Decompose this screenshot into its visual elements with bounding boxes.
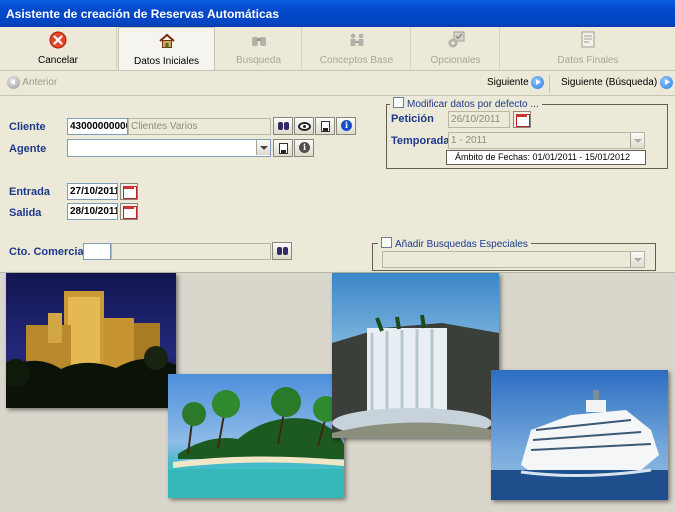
cancel-button-label: Cancelar xyxy=(37,55,79,66)
defaults-group-legend[interactable]: Modificar datos por defecto ... xyxy=(390,97,542,110)
previous-button[interactable]: Anterior xyxy=(7,76,57,92)
arrow-left-icon xyxy=(7,76,20,89)
entrada-calendar-button[interactable] xyxy=(120,183,138,200)
options-icon xyxy=(448,31,464,48)
tab-datos-finales[interactable]: Datos Finales xyxy=(501,27,675,70)
new-cliente-button[interactable] xyxy=(315,117,335,135)
next-button-label: Siguiente xyxy=(487,77,529,89)
agente-label: Agente xyxy=(9,143,47,155)
chevron-down-icon xyxy=(630,252,644,267)
agente-select[interactable] xyxy=(67,139,271,157)
eye-icon xyxy=(298,122,311,131)
salida-calendar-button[interactable] xyxy=(120,203,138,220)
nav-divider xyxy=(549,75,550,93)
cancel-button[interactable]: Cancelar xyxy=(0,27,117,70)
tab-busqueda-label: Busqueda xyxy=(235,55,282,66)
form-icon xyxy=(279,143,288,154)
waterfall-photo xyxy=(332,273,499,438)
navigation-row: Anterior Siguiente Siguiente (Búsqueda) xyxy=(0,72,675,96)
info-agente-button[interactable]: i xyxy=(294,139,314,157)
special-search-select xyxy=(382,251,645,268)
document-icon xyxy=(581,31,595,48)
cto-comercial-label: Cto. Comercial xyxy=(9,246,87,258)
tab-conceptos-base[interactable]: Conceptos Base xyxy=(303,27,411,70)
cto-comercial-code-input[interactable] xyxy=(83,243,111,260)
tab-datos-iniciales[interactable]: Datos Iniciales xyxy=(118,27,215,70)
cto-comercial-name-input xyxy=(111,243,271,260)
people-icon xyxy=(350,33,363,46)
special-search-legend[interactable]: Añadir Busquedas Especiales xyxy=(378,237,531,250)
special-search-checkbox[interactable] xyxy=(381,237,392,248)
next-button[interactable]: Siguiente xyxy=(487,76,545,92)
temporada-label: Temporada xyxy=(391,135,450,147)
house-icon xyxy=(158,33,175,48)
cliente-name-input: Clientes Varios xyxy=(128,118,271,135)
modify-defaults-label: Modificar datos por defecto ... xyxy=(407,99,539,110)
wizard-toolbar: Cancelar Datos Iniciales Busqueda Concep… xyxy=(0,27,675,71)
chevron-down-icon[interactable] xyxy=(256,140,270,155)
form-icon xyxy=(321,121,330,132)
info-icon: i xyxy=(341,120,352,131)
tab-datos-finales-label: Datos Finales xyxy=(557,55,619,66)
cliente-code-input[interactable]: 43000000000 xyxy=(67,118,128,135)
info-icon: i xyxy=(299,142,310,153)
travel-photo-gallery xyxy=(0,272,675,512)
arrow-right-icon xyxy=(531,76,545,89)
modify-defaults-checkbox[interactable] xyxy=(393,97,404,108)
tab-opcionales-label: Opcionales xyxy=(430,55,481,66)
search-cto-comercial-button[interactable] xyxy=(272,242,292,260)
tab-conceptos-base-label: Conceptos Base xyxy=(319,55,394,66)
tab-busqueda[interactable]: Busqueda xyxy=(216,27,302,70)
info-cliente-button[interactable]: i xyxy=(336,117,356,135)
chevron-down-icon xyxy=(630,133,644,148)
view-cliente-button[interactable] xyxy=(294,117,314,135)
cliente-label: Cliente xyxy=(9,121,46,133)
previous-button-label: Anterior xyxy=(22,77,58,89)
peticion-label: Petición xyxy=(391,113,434,125)
entrada-date-input[interactable]: 27/10/2011 xyxy=(67,183,118,200)
temporada-value: 1 - 2011 xyxy=(451,135,487,146)
window-title: Asistente de creación de Reservas Automá… xyxy=(6,7,280,21)
title-bar: Asistente de creación de Reservas Automá… xyxy=(0,0,675,27)
cruise-ship-photo xyxy=(491,370,668,500)
binoculars-icon xyxy=(278,122,289,130)
salida-label: Salida xyxy=(9,207,42,219)
peticion-calendar-button[interactable] xyxy=(513,111,531,128)
castle-photo xyxy=(6,273,176,408)
peticion-date-input: 26/10/2011 xyxy=(448,111,510,128)
binoculars-icon xyxy=(277,247,288,255)
binoculars-icon xyxy=(251,37,266,46)
next-search-button-label: Siguiente (Búsqueda) xyxy=(561,77,658,89)
salida-date-input[interactable]: 28/10/2011 xyxy=(67,203,118,220)
tab-opcionales[interactable]: Opcionales xyxy=(412,27,500,70)
special-search-label: Añadir Busquedas Especiales xyxy=(395,239,528,250)
next-search-button[interactable]: Siguiente (Búsqueda) xyxy=(561,76,673,92)
search-cliente-button[interactable] xyxy=(273,117,293,135)
cancel-icon xyxy=(49,31,67,49)
ambito-fechas-text: Ámbito de Fechas: 01/01/2011 - 15/01/201… xyxy=(446,150,646,165)
island-photo xyxy=(168,374,344,498)
temporada-select: 1 - 2011 xyxy=(448,132,645,149)
arrow-right-icon xyxy=(659,76,673,89)
entrada-label: Entrada xyxy=(9,186,50,198)
tab-datos-iniciales-label: Datos Iniciales xyxy=(133,56,200,67)
new-agente-button[interactable] xyxy=(273,139,293,157)
